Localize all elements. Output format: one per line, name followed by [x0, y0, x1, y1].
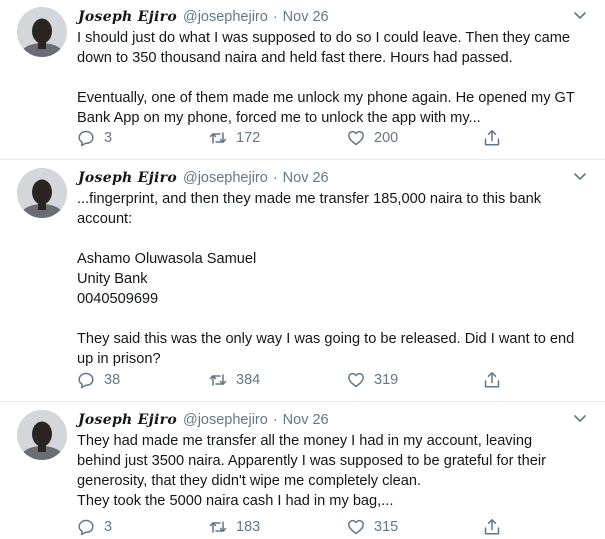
tweet-text-line: Unity Bank: [77, 271, 148, 287]
tweet-date[interactable]: Nov 26: [283, 170, 329, 186]
author-handle[interactable]: @josephejiro: [183, 412, 268, 428]
tweet-text-line: generosity, that they didn't wipe me com…: [77, 473, 422, 489]
like-count: 319: [374, 372, 399, 388]
tweet[interactable]: Joseph Ejiro @josephejiro · Nov 26 I sho…: [0, 0, 605, 160]
reply-button[interactable]: 38: [77, 368, 120, 392]
tweet-header: Joseph Ejiro @josephejiro · Nov 26: [78, 167, 329, 189]
reply-count: 3: [104, 130, 113, 146]
author-name[interactable]: Joseph Ejiro: [78, 412, 177, 428]
like-button[interactable]: 200: [347, 126, 398, 150]
like-button[interactable]: 315: [347, 515, 398, 539]
heart-icon: [348, 372, 364, 388]
reply-button[interactable]: 3: [77, 515, 112, 539]
author-handle[interactable]: @josephejiro: [183, 9, 268, 25]
reply-count: 38: [104, 372, 121, 388]
tweet-text-line: 0040509699: [77, 291, 159, 307]
heart-icon: [348, 519, 364, 535]
author-handle[interactable]: @josephejiro: [183, 170, 268, 186]
retweet-count: 172: [236, 130, 261, 146]
avatar[interactable]: [17, 410, 67, 460]
retweet-count: 183: [236, 519, 261, 535]
tweet-text-line: account:: [77, 211, 133, 227]
separator-dot: ·: [272, 412, 278, 428]
tweet-text-line: Ashamo Oluwasola Samuel: [77, 251, 257, 267]
tweet-text-line: down to 350 thousand naira and held fast…: [77, 50, 513, 66]
share-button[interactable]: [483, 515, 501, 539]
tweet-text-line: ...fingerprint, and then they made me tr…: [77, 191, 542, 207]
tweet-header: Joseph Ejiro @josephejiro · Nov 26: [78, 6, 329, 28]
like-count: 200: [374, 130, 399, 146]
retweet-count: 384: [236, 372, 261, 388]
tweet-actions: 3 183 315: [77, 515, 507, 539]
tweet-text-line: I should just do what I was supposed to …: [77, 30, 570, 46]
tweet-text-line: behind just 3500 naira. Apparently I was…: [77, 453, 546, 469]
like-button[interactable]: 319: [347, 368, 398, 392]
share-icon: [484, 519, 500, 535]
heart-icon: [348, 130, 364, 146]
tweet-text-line: Bank App on my phone, forced me to unloc…: [77, 110, 481, 126]
retweet-button[interactable]: 183: [209, 515, 260, 539]
like-count: 315: [374, 519, 399, 535]
chevron-down-icon[interactable]: [573, 169, 587, 183]
tweet-text-line: up in prison?: [77, 351, 161, 367]
tweet-text-line: They had made me transfer all the money …: [77, 433, 533, 449]
tweet-text-line: They took the 5000 naira cash I had in m…: [77, 493, 394, 509]
tweet-text: They had made me transfer all the money …: [77, 431, 592, 511]
share-button[interactable]: [483, 126, 501, 150]
reply-button[interactable]: 3: [77, 126, 112, 150]
separator-dot: ·: [272, 170, 278, 186]
retweet-button[interactable]: 384: [209, 368, 260, 392]
tweet-actions: 38 384 319: [77, 368, 507, 392]
avatar[interactable]: [17, 7, 67, 57]
retweet-icon: [209, 374, 227, 386]
tweet-text-line: They said this was the only way I was go…: [77, 331, 575, 347]
share-icon: [484, 372, 500, 388]
tweet-text: ...fingerprint, and then they made me tr…: [77, 189, 592, 369]
retweet-icon: [209, 132, 227, 144]
tweet-date[interactable]: Nov 26: [283, 412, 329, 428]
share-icon: [484, 130, 500, 146]
tweet-text: I should just do what I was supposed to …: [77, 28, 592, 128]
reply-icon: [78, 519, 94, 536]
retweet-icon: [209, 521, 227, 533]
reply-icon: [78, 130, 94, 147]
timeline: Joseph Ejiro @josephejiro · Nov 26 I sho…: [0, 0, 605, 536]
tweet[interactable]: Joseph Ejiro @josephejiro · Nov 26 They …: [0, 402, 605, 536]
tweet-text-line: Eventually, one of them made me unlock m…: [77, 90, 575, 106]
tweet-date[interactable]: Nov 26: [283, 9, 329, 25]
author-name[interactable]: Joseph Ejiro: [78, 170, 177, 186]
retweet-button[interactable]: 172: [209, 126, 260, 150]
reply-count: 3: [104, 519, 113, 535]
tweet[interactable]: Joseph Ejiro @josephejiro · Nov 26 ...fi…: [0, 160, 605, 402]
chevron-down-icon[interactable]: [573, 411, 587, 425]
share-button[interactable]: [483, 368, 501, 392]
chevron-down-icon[interactable]: [573, 8, 587, 22]
author-name[interactable]: Joseph Ejiro: [78, 9, 177, 25]
separator-dot: ·: [272, 9, 278, 25]
tweet-actions: 3 172 200: [77, 126, 507, 150]
reply-icon: [78, 372, 94, 389]
tweet-header: Joseph Ejiro @josephejiro · Nov 26: [78, 409, 329, 431]
avatar[interactable]: [17, 168, 67, 218]
